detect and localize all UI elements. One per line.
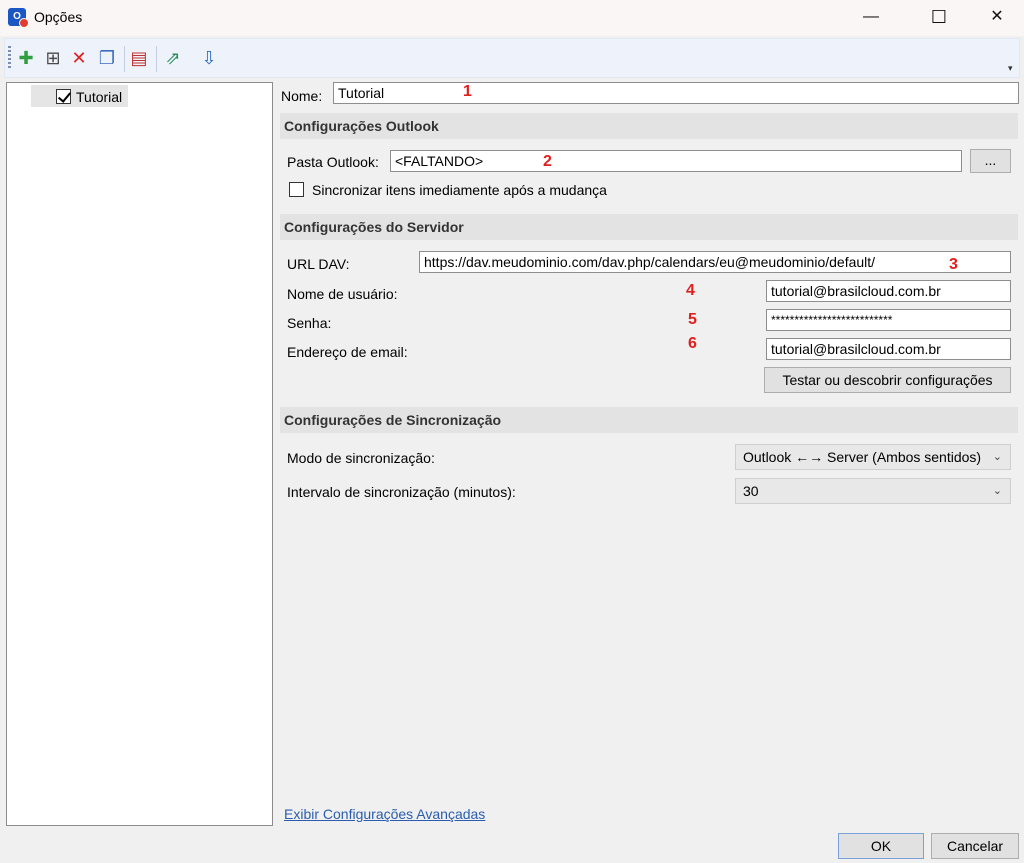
name-input[interactable]: Tutorial [333, 82, 1019, 104]
browse-button[interactable]: ... [970, 149, 1011, 173]
dav-url-label: URL DAV: [287, 256, 350, 272]
toolbar-separator [156, 46, 157, 72]
annotation-5: 5 [688, 311, 697, 328]
import-icon[interactable]: ⇩ [198, 47, 220, 69]
email-input[interactable]: tutorial@brasilcloud.com.br [766, 338, 1011, 360]
section-sync: Configurações de Sincronização [280, 407, 1018, 433]
annotation-4: 4 [686, 282, 695, 299]
password-label: Senha: [287, 315, 332, 331]
sync-mode-label: Modo de sincronização: [287, 450, 435, 466]
annotation-2: 2 [543, 153, 552, 170]
ok-button[interactable]: OK [838, 833, 924, 859]
annotation-3: 3 [949, 256, 958, 273]
add-icon[interactable]: ✚ [15, 47, 37, 69]
tree-item-checkbox[interactable] [56, 89, 71, 104]
advanced-settings-link[interactable]: Exibir Configurações Avançadas [284, 806, 485, 822]
cancel-button[interactable]: Cancelar [931, 833, 1019, 859]
outlook-folder-label: Pasta Outlook: [287, 154, 379, 170]
toolbar-overflow-icon[interactable]: ▾ [1008, 63, 1013, 74]
profile-tree[interactable] [6, 82, 273, 826]
dav-url-input[interactable]: https://dav.meudominio.com/dav.php/calen… [419, 251, 1011, 273]
sync-interval-value: 30 [743, 483, 759, 499]
toolbar-grip[interactable] [8, 46, 11, 70]
email-label: Endereço de email: [287, 344, 408, 360]
section-server: Configurações do Servidor [280, 214, 1018, 240]
add-multiple-icon[interactable]: ⊞ [42, 47, 64, 69]
username-input[interactable]: tutorial@brasilcloud.com.br [766, 280, 1011, 302]
close-button[interactable]: ✕ [974, 0, 1020, 36]
test-settings-button[interactable]: Testar ou descobrir configurações [764, 367, 1011, 393]
section-outlook: Configurações Outlook [280, 113, 1018, 139]
app-icon: O [8, 8, 29, 28]
export-icon[interactable]: ⇗ [162, 47, 184, 69]
annotation-1: 1 [463, 83, 472, 100]
maximize-button[interactable]: ☐ [916, 0, 962, 36]
clear-cache-icon[interactable]: ▤ [128, 47, 150, 69]
copy-icon[interactable]: ❐ [96, 47, 118, 69]
annotation-6: 6 [688, 335, 697, 352]
delete-icon[interactable]: ✕ [68, 47, 90, 69]
minimize-button[interactable]: — [848, 0, 894, 36]
chevron-down-icon: ⌄ [992, 451, 1002, 463]
sync-immediately-label: Sincronizar itens imediamente após a mud… [312, 182, 607, 198]
name-label: Nome: [281, 88, 323, 104]
sync-immediately-checkbox[interactable] [289, 182, 304, 197]
sync-mode-value: Outlook ←→ Server (Ambos sentidos) [743, 449, 982, 465]
window-title: Opções [34, 9, 83, 25]
sync-mode-select[interactable]: Outlook ←→ Server (Ambos sentidos) ⌄ [735, 444, 1011, 470]
username-label: Nome de usuário: [287, 286, 398, 302]
sync-interval-select[interactable]: 30 ⌄ [735, 478, 1011, 504]
sync-interval-label: Intervalo de sincronização (minutos): [287, 484, 516, 500]
password-input[interactable]: ************************** [766, 309, 1011, 331]
toolbar-separator [124, 46, 125, 72]
chevron-down-icon: ⌄ [992, 485, 1002, 497]
tree-item-label: Tutorial [76, 89, 123, 105]
outlook-folder-input[interactable]: <FALTANDO> [390, 150, 962, 172]
